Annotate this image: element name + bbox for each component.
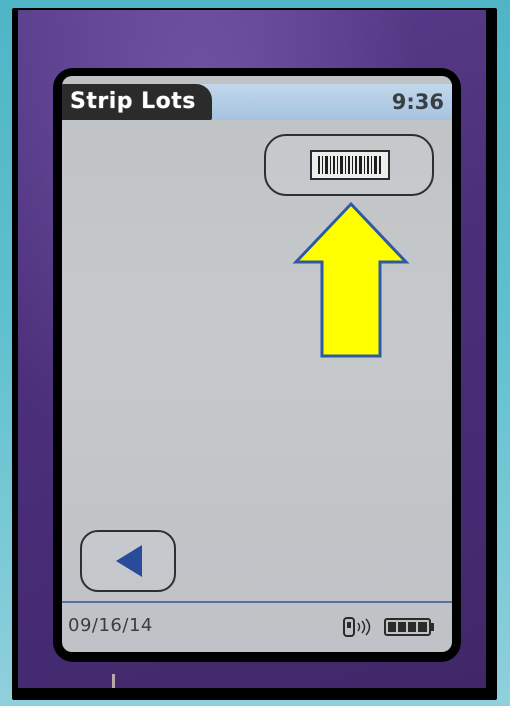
title-bar: Strip Lots 9:36 — [62, 84, 452, 120]
battery-full-icon — [384, 618, 434, 636]
clock-time: 9:36 — [391, 90, 444, 114]
status-date: 09/16/14 — [68, 615, 153, 636]
barcode-icon — [310, 150, 390, 180]
device-screen: Strip Lots 9:36 09/16/14 — [62, 76, 452, 652]
status-divider — [62, 601, 452, 603]
meter-wireless-icon — [343, 617, 371, 637]
page-title: Strip Lots — [62, 84, 212, 120]
device-mark — [112, 674, 115, 688]
back-button[interactable] — [80, 530, 176, 592]
scan-barcode-button[interactable] — [264, 134, 434, 196]
left-triangle-icon — [116, 545, 142, 577]
up-arrow-icon — [292, 201, 410, 358]
